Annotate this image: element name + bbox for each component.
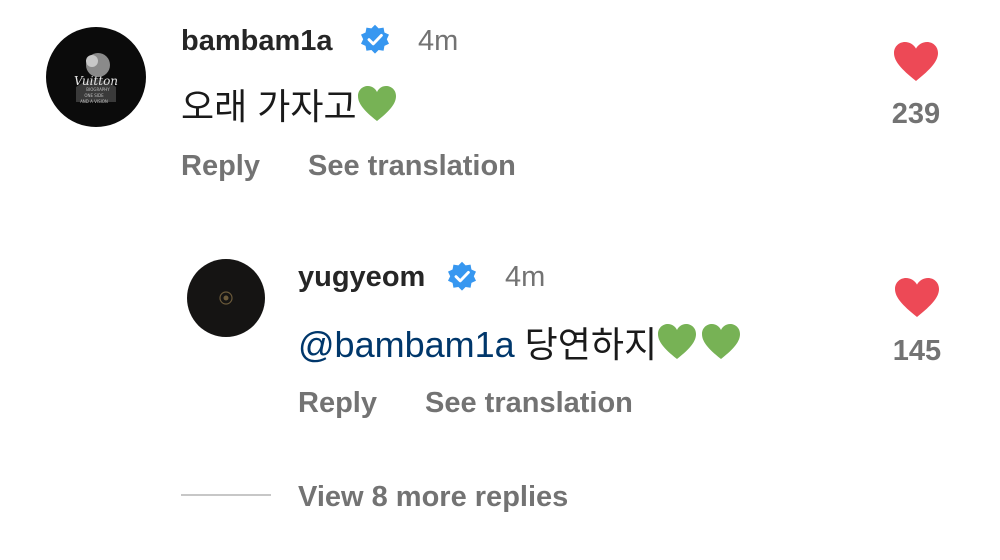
divider-line <box>181 494 271 496</box>
green-heart-emoji <box>702 324 741 359</box>
timestamp: 4m <box>505 261 546 293</box>
like-count: 145 <box>892 335 942 367</box>
comment-body: 당연하지 <box>524 324 658 365</box>
avatar-text: ONE SIDE <box>84 93 104 98</box>
view-more-replies-button[interactable]: View 8 more replies <box>298 483 568 512</box>
comment-body: 오래 가자고 <box>181 86 357 127</box>
avatar-text: BIOGRAPHY <box>86 87 110 92</box>
verified-badge-icon <box>361 24 389 54</box>
avatar-text: Vuitton <box>74 74 118 88</box>
green-heart-emoji <box>658 324 697 359</box>
see-translation-button[interactable]: See translation <box>308 152 516 181</box>
avatar[interactable]: Vuitton BIOGRAPHY ONE SIDE AND A VISION <box>46 27 146 127</box>
like-heart-icon[interactable] <box>894 277 940 319</box>
avatar[interactable] <box>187 259 265 337</box>
see-translation-button[interactable]: See translation <box>425 389 633 418</box>
comment-text: @bambam1a 당연하지 <box>298 323 741 363</box>
reply-button[interactable]: Reply <box>298 389 377 418</box>
like-count: 239 <box>891 98 941 130</box>
like-heart-icon[interactable] <box>893 41 939 83</box>
green-heart-emoji <box>357 86 396 121</box>
reply-button[interactable]: Reply <box>181 152 260 181</box>
username[interactable]: bambam1a <box>181 27 333 56</box>
verified-badge-icon <box>448 261 476 291</box>
mention-link[interactable]: @bambam1a <box>298 324 515 365</box>
avatar-text: AND A VISION <box>80 99 108 104</box>
timestamp: 4m <box>418 25 459 57</box>
username[interactable]: yugyeom <box>298 263 425 292</box>
comment-text: 오래 가자고 <box>181 85 397 125</box>
